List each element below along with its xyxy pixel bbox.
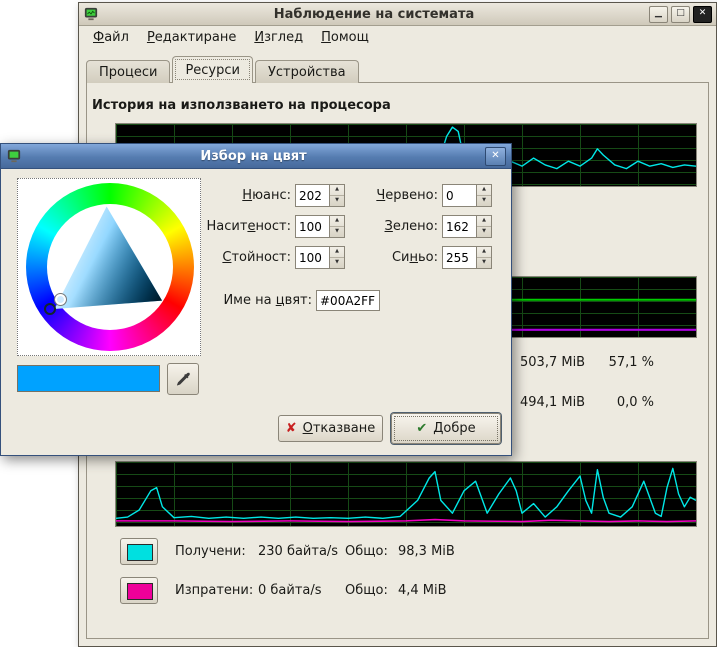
red-spinner: ▲ ▼ [476,185,491,206]
memory-percent: 57,1 % [574,355,654,370]
red-label: Червено: [351,188,438,203]
received-color [127,544,153,561]
menu-view[interactable]: Изглед [246,27,311,48]
blue-up-icon[interactable]: ▲ [477,247,491,258]
saturation-down-icon[interactable]: ▼ [330,227,344,237]
window-titlebar[interactable]: Наблюдение на системата ▁ □ ✕ [79,3,716,26]
saturation-field: Наситеност: ▲ ▼ [206,215,345,238]
hue-down-icon[interactable]: ▼ [330,196,344,206]
ok-button-label: Добре [433,421,475,436]
hue-up-icon[interactable]: ▲ [330,185,344,196]
hue-input[interactable] [296,185,329,206]
value-up-icon[interactable]: ▲ [330,247,344,258]
value-spinbox[interactable]: ▲ ▼ [295,246,345,269]
received-color-swatch-button[interactable] [120,538,158,565]
green-up-icon[interactable]: ▲ [477,216,491,227]
ok-icon: ✔ [416,421,427,436]
network-history-chart [115,461,697,527]
selected-color-preview [17,365,160,392]
dialog-title: Избор на цвят [26,149,481,164]
cancel-icon: ✘ [286,421,297,436]
value-input[interactable] [296,247,329,268]
blue-label: Синьо: [351,250,438,265]
notebook-tabs: Процеси Ресурси Устройства [86,56,361,83]
red-down-icon[interactable]: ▼ [477,196,491,206]
color-wheel-panel [17,178,201,356]
system-monitor-icon [83,7,99,21]
hue-marker-icon [44,303,56,315]
cancel-button-label: Отказване [303,421,376,436]
blue-down-icon[interactable]: ▼ [477,258,491,268]
saturation-spinner: ▲ ▼ [329,216,344,237]
sv-marker-icon [55,294,66,305]
close-icon[interactable]: ✕ [693,6,712,23]
saturation-label: Наситеност: [206,219,291,234]
window-title: Наблюдение на системата [103,7,645,22]
hue-spinbox[interactable]: ▲ ▼ [295,184,345,207]
minimize-icon[interactable]: ▁ [649,6,668,23]
value-label: Стойност: [206,250,291,265]
cancel-button[interactable]: ✘ Отказване [278,415,383,442]
menu-edit[interactable]: Редактиране [139,27,244,48]
color-name-input[interactable] [316,290,380,311]
sent-label: Изпратени: [175,583,258,598]
sent-color-swatch-button[interactable] [120,577,158,604]
dialog-titlebar[interactable]: Избор на цвят ✕ [1,144,511,169]
sent-total: 4,4 MiB [398,583,447,598]
tab-processes[interactable]: Процеси [86,60,170,83]
hue-label: Нюанс: [206,188,291,203]
sent-rate: 0 байта/s [258,583,345,598]
green-input[interactable] [443,216,476,237]
menu-file[interactable]: Файл [85,27,137,48]
eyedropper-icon [175,371,192,388]
eyedropper-button[interactable] [167,363,199,395]
blue-spinbox[interactable]: ▲ ▼ [442,246,492,269]
window-controls: ▁ □ ✕ [649,6,712,23]
network-sent-row: Изпратени: 0 байта/s Общо: 4,4 MiB [120,575,447,605]
received-rate: 230 байта/s [258,544,345,559]
dialog-app-icon [6,149,22,163]
blue-spinner: ▲ ▼ [476,247,491,268]
received-label: Получени: [175,544,258,559]
dialog-close-icon[interactable]: ✕ [485,147,506,166]
received-total: 98,3 MiB [398,544,455,559]
ok-button[interactable]: ✔ Добре [391,413,501,444]
color-name-label: Име на цвят: [206,293,312,308]
maximize-icon[interactable]: □ [671,6,690,23]
red-up-icon[interactable]: ▲ [477,185,491,196]
hue-spinner: ▲ ▼ [329,185,344,206]
saturation-input[interactable] [296,216,329,237]
value-down-icon[interactable]: ▼ [330,258,344,268]
tab-devices[interactable]: Устройства [255,60,359,83]
red-input[interactable] [443,185,476,206]
menubar: Файл Редактиране Изглед Помощ [79,25,716,50]
blue-input[interactable] [443,247,476,268]
red-spinbox[interactable]: ▲ ▼ [442,184,492,207]
blue-field: Синьо: ▲ ▼ [351,246,492,269]
sent-total-label: Общо: [345,583,398,598]
tab-resources[interactable]: Ресурси [172,56,253,83]
green-spinner: ▲ ▼ [476,216,491,237]
saturation-spinbox[interactable]: ▲ ▼ [295,215,345,238]
value-field: Стойност: ▲ ▼ [206,246,345,269]
green-spinbox[interactable]: ▲ ▼ [442,215,492,238]
green-label: Зелено: [351,219,438,234]
cpu-section-title: История на използването на процесора [92,98,391,113]
green-field: Зелено: ▲ ▼ [351,215,492,238]
green-down-icon[interactable]: ▼ [477,227,491,237]
saturation-up-icon[interactable]: ▲ [330,216,344,227]
color-picker-dialog: Избор на цвят ✕ Нюанс: ▲ ▼ Наситеност: ▲… [0,143,512,456]
value-spinner: ▲ ▼ [329,247,344,268]
menu-help[interactable]: Помощ [313,27,377,48]
hue-field: Нюанс: ▲ ▼ [206,184,345,207]
received-total-label: Общо: [345,544,398,559]
red-field: Червено: ▲ ▼ [351,184,492,207]
network-received-row: Получени: 230 байта/s Общо: 98,3 MiB [120,536,455,566]
swap-percent: 0,0 % [574,395,654,410]
color-name-field: Име на цвят: [206,290,380,311]
sent-color [127,583,153,600]
